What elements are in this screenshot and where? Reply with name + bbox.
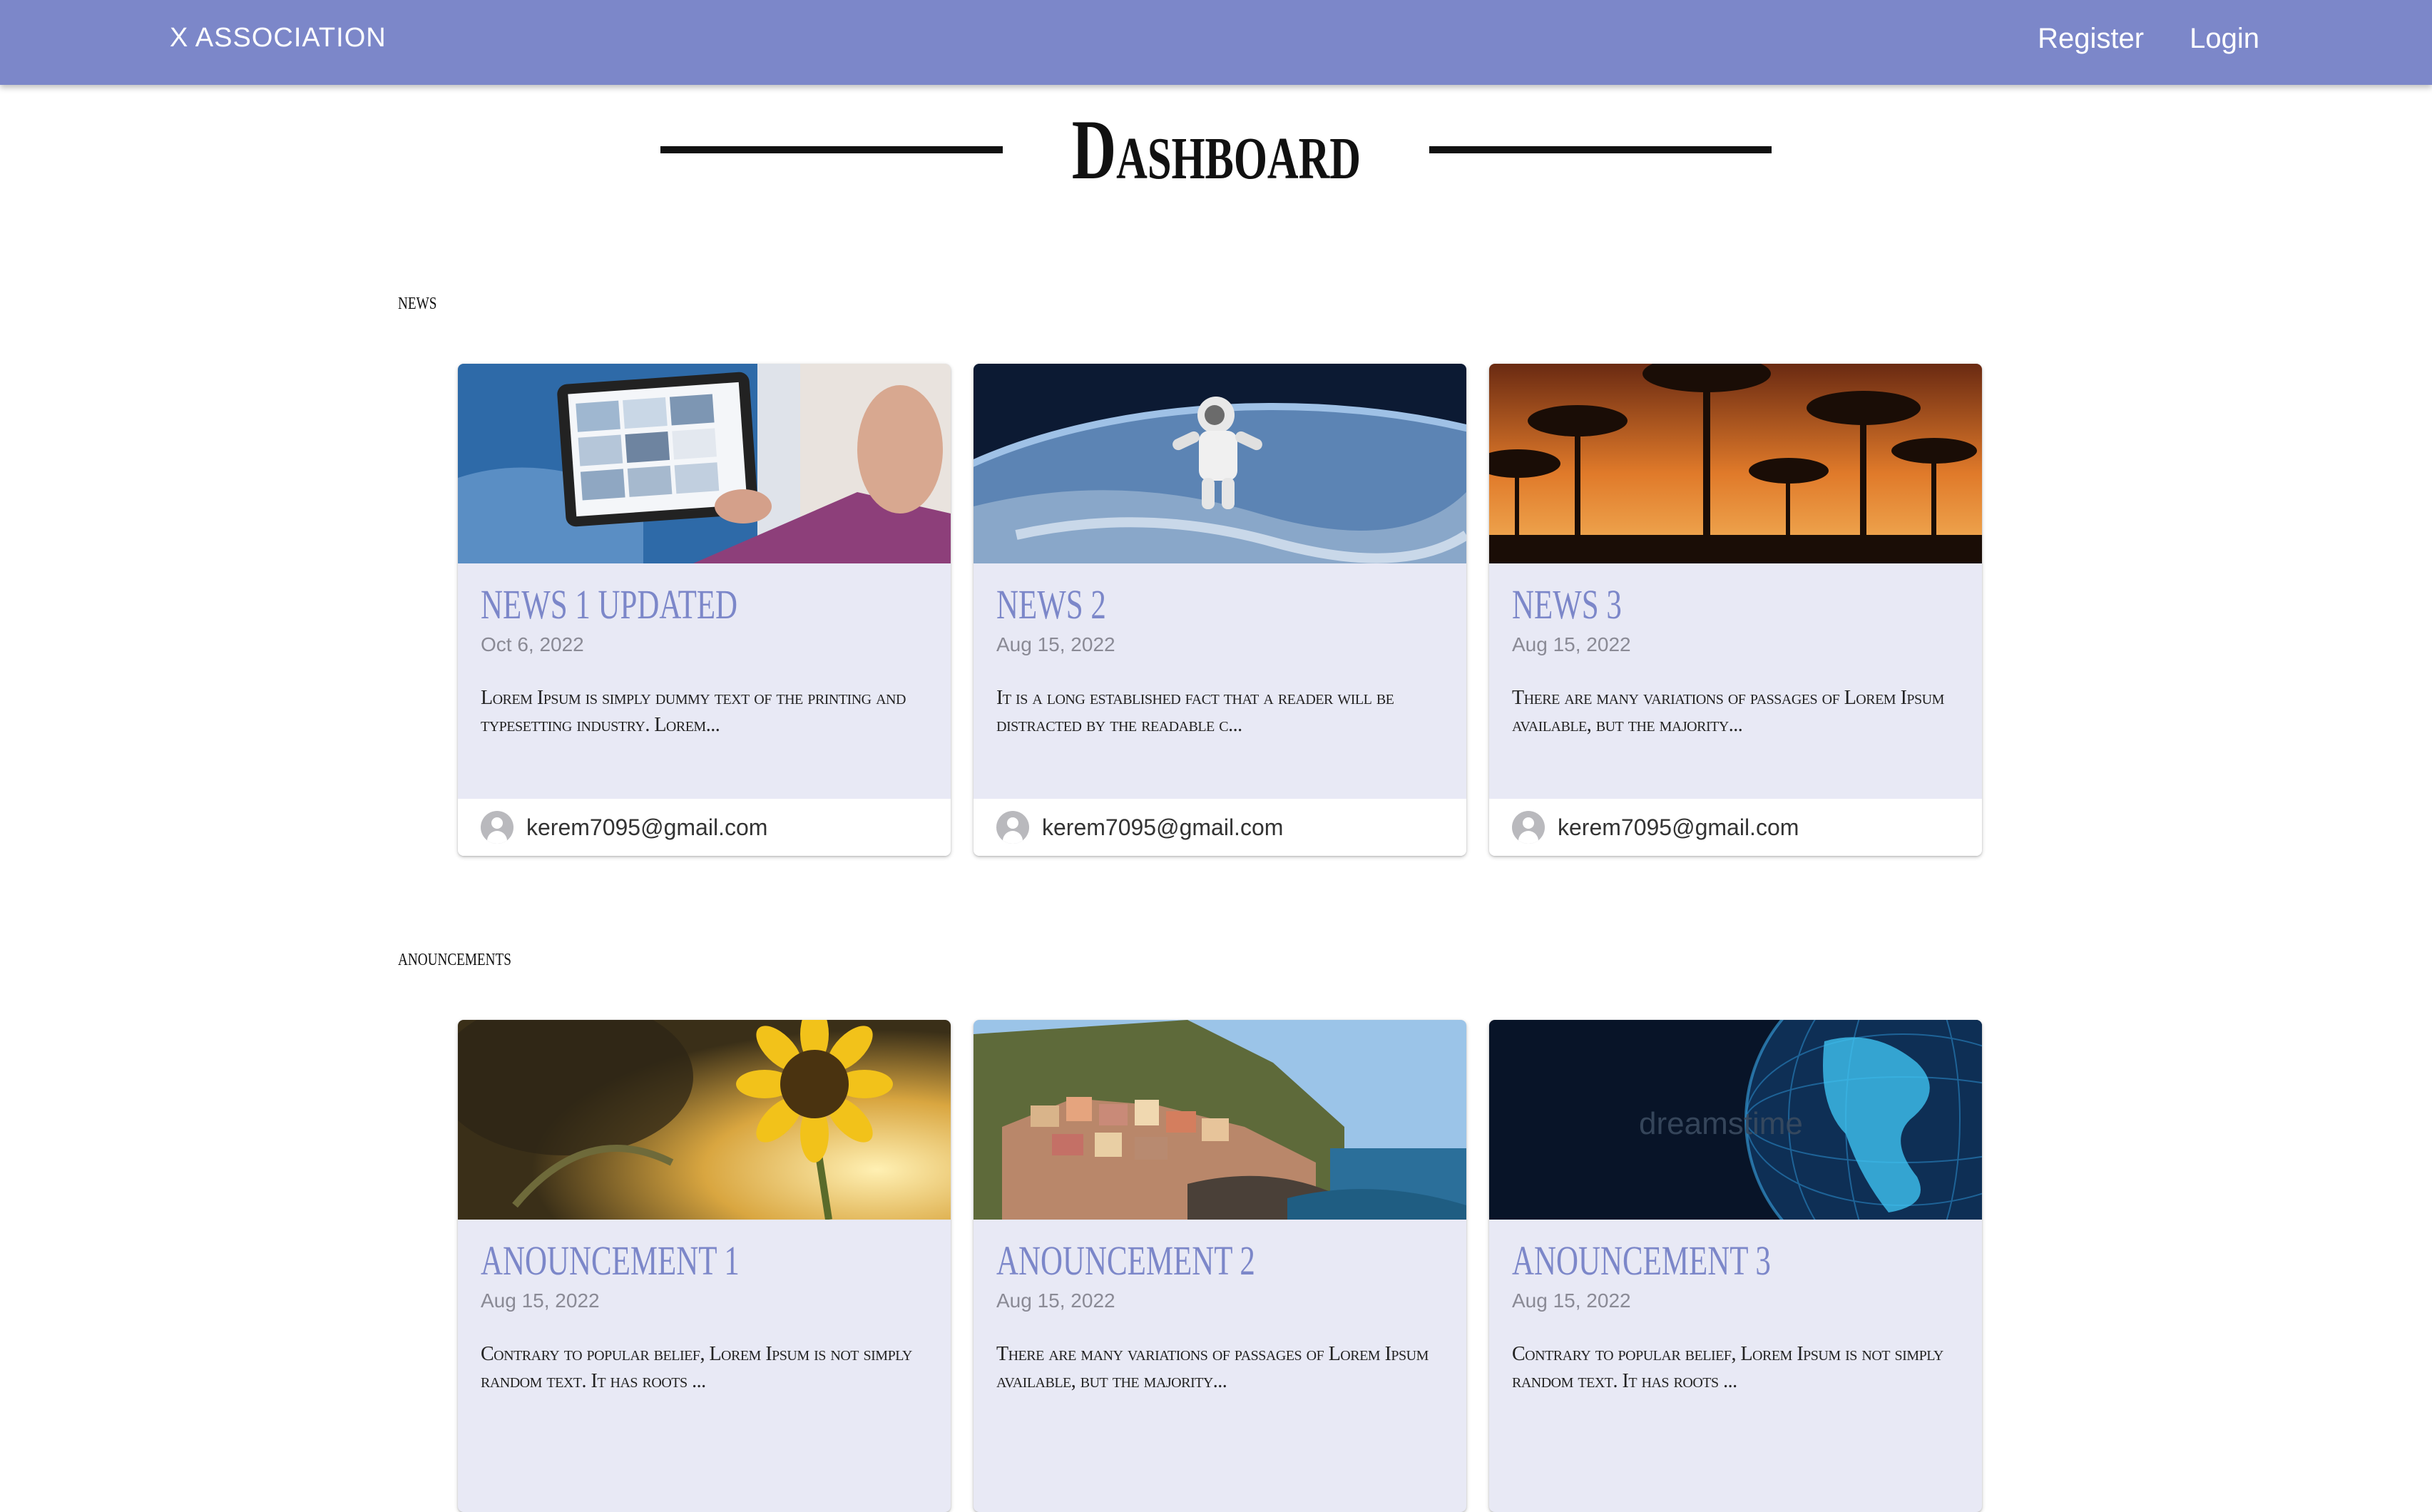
card-date: Aug 15, 2022	[996, 1289, 1115, 1312]
card-date: Aug 15, 2022	[996, 633, 1115, 655]
tablet-photo	[458, 364, 951, 563]
register-link[interactable]: Register	[2038, 23, 2144, 55]
card-date: Oct 6, 2022	[481, 633, 584, 655]
coastal-village-photo	[974, 1020, 1466, 1220]
card-excerpt: Contrary to popular belief, Lorem Ipsum …	[1512, 1343, 1943, 1392]
anouncement-card[interactable]: ANOUNCEMENT 1 Aug 15, 2022 Contrary to p…	[458, 1020, 951, 1512]
news-card[interactable]: NEWS 3 Aug 15, 2022 There are many varia…	[1489, 364, 1982, 856]
news-card[interactable]: NEWS 2 Aug 15, 2022 It is a long establi…	[974, 364, 1466, 856]
card-title: ANOUNCEMENT 3	[1512, 1237, 1771, 1284]
user-avatar-icon	[481, 811, 514, 844]
card-excerpt: There are many variations of passages of…	[1512, 687, 1944, 736]
card-footer: kerem7095@gmail.com	[974, 799, 1466, 856]
sunflower-photo	[458, 1020, 951, 1220]
title-rule-left	[660, 146, 1003, 153]
news-card[interactable]: NEWS 1 UPDATED Oct 6, 2022 Lorem Ipsum i…	[458, 364, 951, 856]
page-title: Dashboard	[1071, 102, 1361, 197]
nav-links: Register Login	[2038, 23, 2259, 55]
dreamstime-watermark: dreamstime	[1639, 1106, 1803, 1141]
astronaut-earth-photo	[974, 364, 1466, 563]
anouncement-card[interactable]: ANOUNCEMENT 2 Aug 15, 2022 There are man…	[974, 1020, 1466, 1512]
card-date: Aug 15, 2022	[1512, 1289, 1631, 1312]
palm-sunset-photo	[1489, 364, 1982, 563]
anouncements-grid: ANOUNCEMENT 1 Aug 15, 2022 Contrary to p…	[458, 1020, 1982, 1512]
author-email: kerem7095@gmail.com	[526, 814, 768, 840]
brand-link[interactable]: X ASSOCIATION	[170, 23, 387, 53]
card-footer: kerem7095@gmail.com	[458, 799, 951, 856]
card-title: NEWS 1 UPDATED	[481, 581, 738, 628]
section-label-anouncements: ANOUNCEMENTS	[398, 944, 511, 971]
card-date: Aug 15, 2022	[481, 1289, 600, 1312]
card-title: NEWS 3	[1512, 581, 1622, 628]
page-title-block: Dashboard	[0, 100, 2432, 200]
card-excerpt: Lorem Ipsum is simply dummy text of the …	[481, 687, 906, 736]
user-avatar-icon	[996, 811, 1029, 844]
login-link[interactable]: Login	[2190, 23, 2259, 55]
card-excerpt: It is a long established fact that a rea…	[996, 687, 1394, 736]
title-rule-right	[1429, 146, 1772, 153]
section-label-news: NEWS	[398, 288, 437, 315]
card-footer: kerem7095@gmail.com	[1489, 799, 1982, 856]
user-avatar-icon	[1512, 811, 1545, 844]
author-email: kerem7095@gmail.com	[1558, 814, 1799, 840]
card-excerpt: Contrary to popular belief, Lorem Ipsum …	[481, 1343, 912, 1392]
card-title: ANOUNCEMENT 2	[996, 1237, 1255, 1284]
card-title: NEWS 2	[996, 581, 1106, 628]
author-email: kerem7095@gmail.com	[1042, 814, 1284, 840]
anouncement-card[interactable]: dreamstime ANOUNCEMENT 3 Aug 15, 2022 Co…	[1489, 1020, 1982, 1512]
card-excerpt: There are many variations of passages of…	[996, 1343, 1429, 1392]
app-bar: X ASSOCIATION Register Login	[0, 0, 2432, 85]
digital-globe-photo: dreamstime	[1489, 1020, 1982, 1220]
card-date: Aug 15, 2022	[1512, 633, 1631, 655]
card-title: ANOUNCEMENT 1	[481, 1237, 740, 1284]
news-grid: NEWS 1 UPDATED Oct 6, 2022 Lorem Ipsum i…	[458, 364, 1982, 856]
